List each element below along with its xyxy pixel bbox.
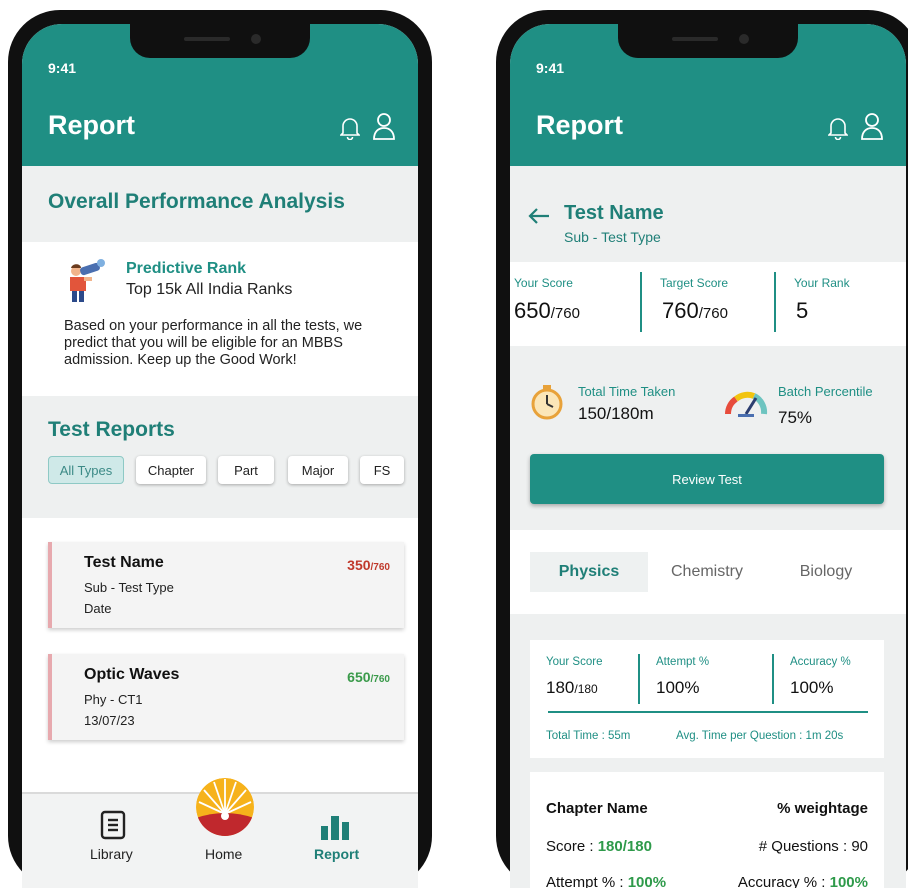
bell-icon[interactable] xyxy=(828,116,848,140)
back-arrow-icon[interactable] xyxy=(528,207,550,225)
bottom-nav: Library Home Report xyxy=(22,778,418,888)
test-date: Date xyxy=(84,601,112,616)
gauge-icon xyxy=(724,391,768,417)
right-screen: 9:41 Report Test Name Sub - Test Type Yo… xyxy=(510,24,906,888)
filter-all-types[interactable]: All Types xyxy=(48,456,124,484)
filter-part[interactable]: Part xyxy=(218,456,274,484)
test-name: Optic Waves xyxy=(84,666,180,683)
chapter-attempt: Attempt % : 100% xyxy=(546,874,667,888)
left-phone-frame: 9:41 Report Overall Performance Analysis… xyxy=(8,10,432,888)
your-rank-value: 5 xyxy=(796,298,809,323)
predictive-rank-value: Top 15k All India Ranks xyxy=(126,281,293,298)
nav-home-label[interactable]: Home xyxy=(205,846,242,862)
test-report-card[interactable]: Test Name Sub - Test Type Date 350/760 xyxy=(48,542,404,628)
divider xyxy=(638,654,640,704)
accuracy-value: 100% xyxy=(790,678,834,697)
test-date: 13/07/23 xyxy=(84,713,135,728)
right-phone-frame: 9:41 Report Test Name Sub - Test Type Yo… xyxy=(496,10,908,888)
total-time: Total Time : 55m xyxy=(546,730,631,742)
your-score-label: Your Score xyxy=(514,276,573,290)
user-icon[interactable] xyxy=(860,112,884,140)
filter-chapter[interactable]: Chapter xyxy=(136,456,206,484)
test-score: 350/760 xyxy=(347,557,390,573)
batch-percentile-label: Batch Percentile xyxy=(778,384,873,399)
test-report-card[interactable]: Optic Waves Phy - CT1 13/07/23 650/760 xyxy=(48,654,404,740)
target-score-value: 760/760 xyxy=(662,298,728,323)
overall-section-header: Overall Performance Analysis xyxy=(22,166,418,242)
status-time: 9:41 xyxy=(48,60,77,76)
stopwatch-icon xyxy=(531,385,563,420)
nav-report-label[interactable]: Report xyxy=(314,846,359,862)
accuracy-label: Accuracy % xyxy=(790,656,851,668)
your-score-value: 650/760 xyxy=(514,298,580,323)
test-sub-type: Phy - CT1 xyxy=(84,692,143,707)
test-score: 650/760 xyxy=(347,669,390,685)
total-time-value: 150/180m xyxy=(578,404,654,423)
test-reports-heading: Test Reports xyxy=(48,418,175,441)
overall-heading: Overall Performance Analysis xyxy=(48,190,345,213)
weightage-heading: % weightage xyxy=(777,800,868,817)
chapter-card[interactable]: Chapter Name % weightage Score : 180/180… xyxy=(530,772,884,888)
notch xyxy=(130,24,310,58)
filter-fs[interactable]: FS xyxy=(360,456,404,484)
tab-physics[interactable]: Physics xyxy=(530,552,648,592)
chapter-name-heading: Chapter Name xyxy=(546,800,648,817)
divider xyxy=(548,711,868,713)
chapter-questions: # Questions : 90 xyxy=(758,838,868,855)
test-name-title: Test Name xyxy=(564,202,664,224)
subject-score-card: Your Score 180/180 Attempt % 100% Accura… xyxy=(530,640,884,758)
test-sub-type: Sub - Test Type xyxy=(84,580,174,595)
tab-biology[interactable]: Biology xyxy=(768,552,884,592)
user-icon[interactable] xyxy=(372,112,396,140)
test-name: Test Name xyxy=(84,554,164,571)
left-screen: 9:41 Report Overall Performance Analysis… xyxy=(22,24,418,888)
nav-library-label[interactable]: Library xyxy=(90,846,133,862)
page-title: Report xyxy=(48,110,135,140)
chapter-score: Score : 180/180 xyxy=(546,838,652,855)
score-summary: Your Score 650/760 Target Score 760/760 … xyxy=(510,262,906,346)
avg-time-per-question: Avg. Time per Question : 1m 20s xyxy=(676,730,844,742)
divider xyxy=(772,654,774,704)
library-icon[interactable] xyxy=(100,810,126,840)
attempt-value: 100% xyxy=(656,678,700,697)
chapter-accuracy: Accuracy % : 100% xyxy=(737,874,868,888)
report-icon[interactable] xyxy=(320,812,350,840)
bell-icon[interactable] xyxy=(340,116,360,140)
tab-chemistry[interactable]: Chemistry xyxy=(650,552,764,592)
test-sub-type: Sub - Test Type xyxy=(564,229,661,245)
subject-score-label: Your Score xyxy=(546,656,603,668)
target-score-label: Target Score xyxy=(660,276,729,290)
home-logo-icon[interactable] xyxy=(196,778,254,836)
subject-score-value: 180/180 xyxy=(546,678,598,697)
predictive-rank-icon xyxy=(70,259,105,302)
batch-percentile-value: 75% xyxy=(778,408,813,427)
notch xyxy=(618,24,798,58)
your-rank-label: Your Rank xyxy=(794,276,850,290)
total-time-label: Total Time Taken xyxy=(578,384,676,399)
status-time: 9:41 xyxy=(536,60,565,76)
divider xyxy=(640,272,642,332)
performance-description: Based on your performance in all the tes… xyxy=(64,318,363,368)
page-title: Report xyxy=(536,110,623,140)
review-test-button[interactable]: Review Test xyxy=(530,454,884,504)
divider xyxy=(774,272,776,332)
filter-major[interactable]: Major xyxy=(288,456,348,484)
attempt-label: Attempt % xyxy=(656,656,710,668)
predictive-rank-title: Predictive Rank xyxy=(126,260,247,277)
